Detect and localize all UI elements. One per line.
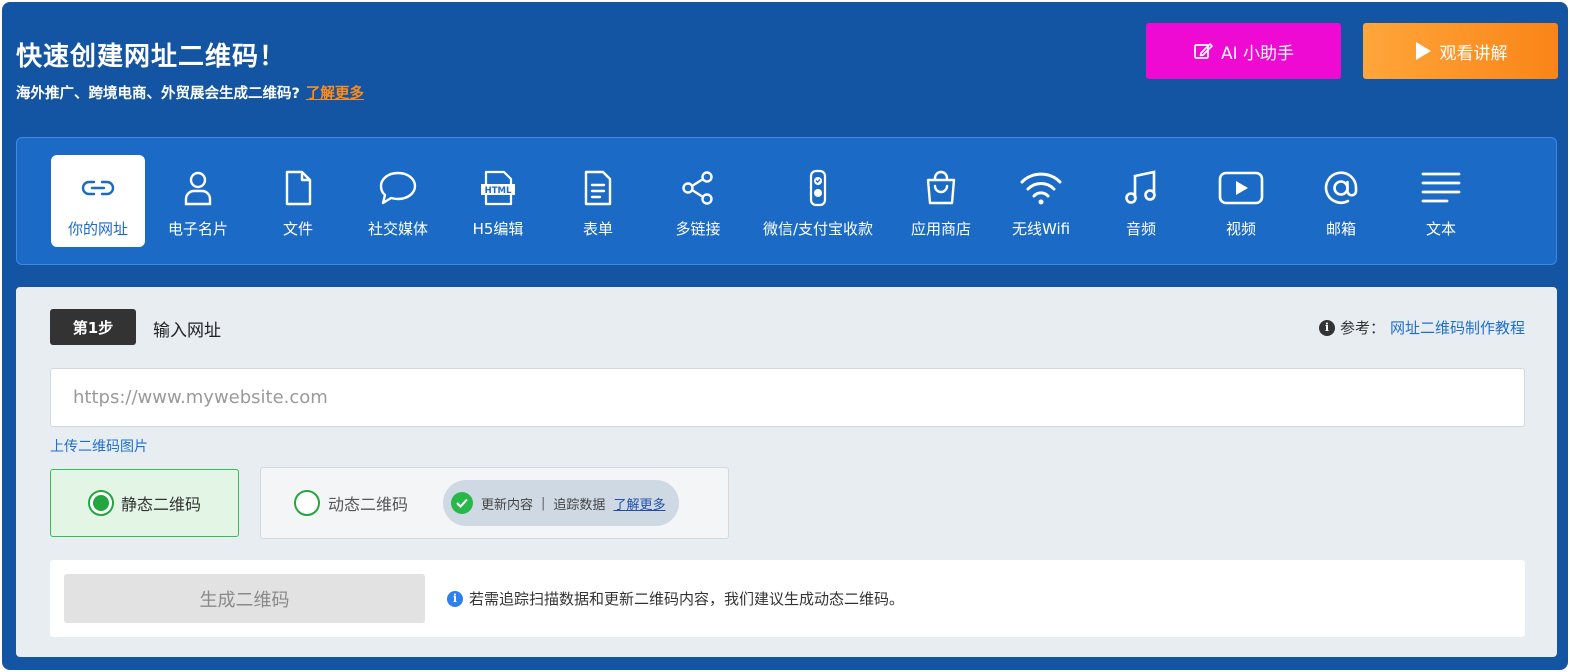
step-label: 输入网址 — [153, 321, 221, 341]
play-video-icon — [1218, 167, 1264, 209]
step-badge: 第1步 — [50, 309, 136, 345]
svg-text:HTML: HTML — [485, 186, 512, 196]
share-icon — [680, 167, 716, 209]
ai-assistant-button[interactable]: AI 小助手 — [1146, 23, 1341, 79]
type-label: 表单 — [582, 220, 613, 238]
type-form[interactable]: 表单 — [551, 155, 645, 247]
type-label: 电子名片 — [167, 220, 228, 238]
type-vcard[interactable]: 电子名片 — [151, 155, 245, 247]
static-qr-label: 静态二维码 — [120, 495, 201, 514]
wifi-icon — [1019, 167, 1063, 209]
watch-video-button[interactable]: 观看讲解 — [1363, 23, 1558, 79]
form-icon — [583, 167, 613, 209]
type-label: H5编辑 — [472, 220, 524, 238]
radio-unselected-icon — [294, 490, 320, 516]
dynamic-features-pill: 更新内容 | 追踪数据 了解更多 — [443, 480, 680, 526]
subtitle-text: 海外推广、跨境电商、外贸展会生成二维码? — [16, 86, 300, 102]
static-qr-option[interactable]: 静态二维码 — [50, 469, 239, 537]
info-icon: i — [1318, 319, 1335, 336]
edit-icon — [1194, 43, 1213, 59]
watch-video-label: 观看讲解 — [1439, 43, 1508, 64]
music-note-icon — [1124, 167, 1158, 209]
radio-selected-icon — [87, 490, 114, 516]
payment-icon — [804, 167, 832, 209]
type-text[interactable]: 文本 — [1394, 155, 1488, 247]
tutorial-link[interactable]: 网址二维码制作教程 — [1390, 317, 1525, 338]
type-multi-link[interactable]: 多链接 — [651, 155, 745, 247]
type-label: 视频 — [1225, 220, 1256, 238]
shopping-bag-icon — [923, 167, 959, 209]
type-payment[interactable]: 微信/支付宝收款 — [758, 155, 878, 247]
type-label: 邮箱 — [1325, 220, 1356, 238]
generate-hint: i 若需追踪扫描数据和更新二维码内容，我们建议生成动态二维码。 — [447, 588, 904, 609]
generate-qr-button[interactable]: 生成二维码 — [64, 574, 425, 623]
dynamic-qr-label: 动态二维码 — [328, 495, 409, 514]
play-icon — [1415, 42, 1431, 60]
type-email[interactable]: 邮箱 — [1294, 155, 1388, 247]
upload-qr-image-link[interactable]: 上传二维码图片 — [50, 436, 148, 456]
type-app-store[interactable]: 应用商店 — [894, 155, 988, 247]
type-label: 多链接 — [675, 220, 721, 238]
learn-more-link[interactable]: 了解更多 — [306, 86, 364, 102]
type-label: 社交媒体 — [367, 220, 428, 238]
qr-type-bar: 你的网址 电子名片 文件 社交媒体 HTML H5编辑 表单 多链接 微信/支付… — [16, 137, 1557, 265]
step-panel: 第1步 输入网址 i 参考： 网址二维码制作教程 上传二维码图片 静态二维码 动… — [16, 287, 1557, 657]
type-website[interactable]: 你的网址 — [51, 155, 145, 247]
check-icon — [451, 492, 474, 514]
url-input[interactable] — [50, 368, 1525, 427]
html-file-icon: HTML — [479, 167, 517, 209]
reference: i 参考： 网址二维码制作教程 — [1318, 317, 1525, 338]
info-icon: i — [447, 590, 463, 607]
page-title: 快速创建网址二维码！ — [16, 42, 287, 72]
generate-bar: 生成二维码 i 若需追踪扫描数据和更新二维码内容，我们建议生成动态二维码。 — [50, 560, 1525, 637]
feature-update: 更新内容 — [481, 497, 534, 513]
type-label: 文本 — [1425, 220, 1456, 238]
text-lines-icon — [1421, 167, 1461, 209]
generate-hint-text: 若需追踪扫描数据和更新二维码内容，我们建议生成动态二维码。 — [469, 590, 905, 608]
type-label: 应用商店 — [910, 220, 971, 238]
feature-separator: | — [541, 495, 546, 511]
chat-bubble-icon — [378, 167, 418, 209]
dynamic-qr-option[interactable]: 动态二维码 更新内容 | 追踪数据 了解更多 — [260, 467, 729, 539]
link-icon — [80, 167, 116, 209]
type-h5-editor[interactable]: HTML H5编辑 — [451, 155, 545, 247]
ai-assistant-label: AI 小助手 — [1220, 43, 1295, 64]
type-label: 你的网址 — [67, 220, 128, 238]
page-subtitle: 海外推广、跨境电商、外贸展会生成二维码? 了解更多 — [16, 82, 364, 103]
type-wifi[interactable]: 无线Wifi — [994, 155, 1088, 247]
dynamic-learn-more-link[interactable]: 了解更多 — [613, 494, 665, 513]
type-label: 无线Wifi — [1011, 220, 1071, 238]
type-video[interactable]: 视频 — [1194, 155, 1288, 247]
reference-prefix: 参考： — [1339, 319, 1385, 337]
type-file[interactable]: 文件 — [251, 155, 345, 247]
type-label: 微信/支付宝收款 — [762, 220, 874, 238]
type-audio[interactable]: 音频 — [1094, 155, 1188, 247]
app-window: 快速创建网址二维码！ 海外推广、跨境电商、外贸展会生成二维码? 了解更多 AI 小… — [2, 2, 1568, 670]
feature-tracking: 追踪数据 — [553, 497, 606, 513]
type-label: 文件 — [282, 220, 313, 238]
user-icon — [183, 167, 213, 209]
type-social[interactable]: 社交媒体 — [351, 155, 445, 247]
at-sign-icon — [1322, 167, 1360, 209]
file-icon — [284, 167, 312, 209]
type-label: 音频 — [1125, 220, 1156, 238]
